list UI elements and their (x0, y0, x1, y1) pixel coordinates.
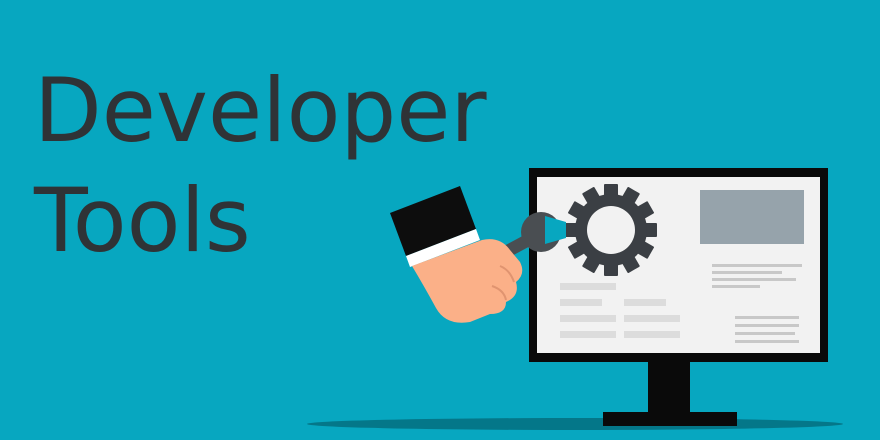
monitor-stand (603, 362, 737, 426)
banner: { "heading": { "line1": "Developer", "li… (0, 0, 880, 440)
monitor-illustration (529, 168, 828, 362)
illustration (307, 168, 843, 430)
image-placeholder (700, 190, 804, 244)
floor-shadow (307, 418, 843, 430)
hand-illustration (390, 186, 523, 323)
